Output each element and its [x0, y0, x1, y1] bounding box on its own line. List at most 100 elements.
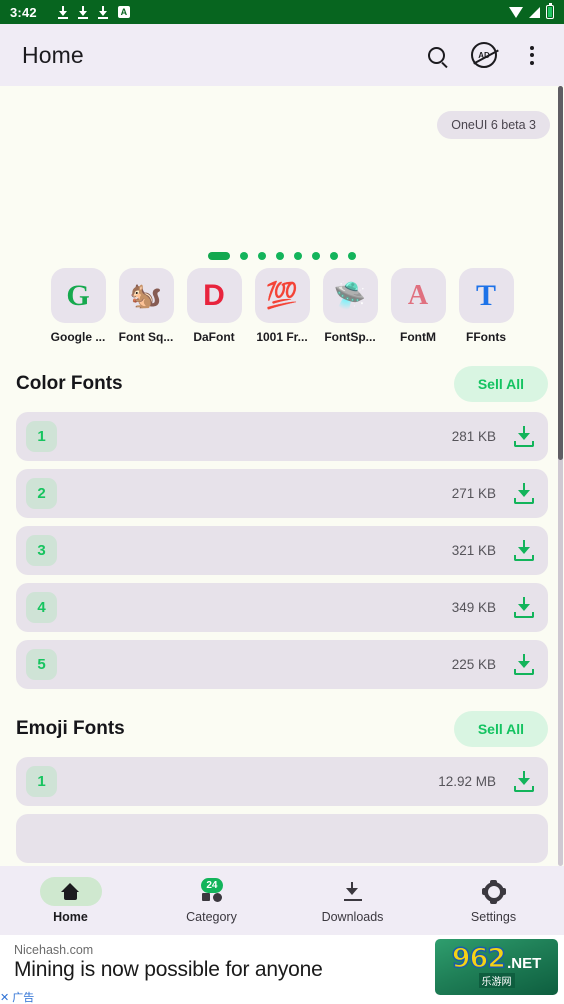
app-bar-actions: AD [422, 41, 546, 69]
watermark-number: 962 [451, 943, 507, 974]
download-icon[interactable] [514, 540, 534, 561]
nav-item-home[interactable]: Home [0, 877, 141, 924]
status-bar-right [509, 3, 554, 19]
ad-banner[interactable]: Nicehash.com Mining is now possible for … [0, 935, 564, 1004]
carousel-dot-active[interactable] [208, 252, 230, 260]
download-icon[interactable] [514, 654, 534, 675]
rank-badge: 4 [26, 592, 57, 623]
carousel-dot[interactable] [258, 252, 266, 260]
carousel-dot[interactable] [276, 252, 284, 260]
ad-close-button[interactable]: ✕ 广告 [0, 989, 34, 1004]
status-bar: 3:42 A [0, 0, 564, 24]
section-title: Color Fonts [16, 373, 123, 394]
download-icon [322, 877, 384, 906]
font-list-row[interactable]: 2 271 KB [16, 469, 548, 518]
rank-badge: 1 [26, 421, 57, 452]
overflow-menu-button[interactable] [518, 41, 546, 69]
blue-t-icon: T [458, 268, 514, 323]
banner-carousel[interactable]: OneUI 6 beta 3 [0, 86, 564, 268]
dafont-d-icon: D [186, 268, 242, 323]
search-icon [427, 46, 445, 64]
carousel-page-indicator [0, 252, 564, 260]
section-title: Emoji Fonts [16, 718, 125, 739]
ad-site: Nicehash.com [14, 943, 94, 957]
file-size: 281 KB [451, 429, 496, 444]
signal-icon [529, 6, 540, 18]
file-size: 225 KB [451, 657, 496, 672]
category-count-badge: 24 [201, 877, 223, 893]
site-watermark-logo: 962 .NET 乐游网 [435, 939, 558, 995]
source-label: FontM [400, 330, 436, 344]
ad-text-block: Nicehash.com Mining is now possible for … [0, 935, 435, 1004]
source-shortcut-font-squirrel[interactable]: 🐿️ Font Sq... [118, 268, 174, 344]
font-list-row[interactable]: 4 349 KB [16, 583, 548, 632]
source-label: DaFont [193, 330, 235, 344]
source-shortcut-google[interactable]: G Google ... [50, 268, 106, 344]
carousel-dot[interactable] [348, 252, 356, 260]
shapes-icon: 24 [181, 877, 243, 906]
sell-all-button-color-fonts[interactable]: Sell All [453, 366, 548, 402]
carousel-dot[interactable] [240, 252, 248, 260]
gear-icon [463, 877, 525, 906]
rank-badge: 2 [26, 478, 57, 509]
font-list-row[interactable]: 1 281 KB [16, 412, 548, 461]
carousel-dot[interactable] [294, 252, 302, 260]
google-g-icon: G [50, 268, 106, 323]
scrollbar-track[interactable] [558, 86, 563, 866]
section-header-color-fonts: Color Fonts Sell All [0, 344, 564, 412]
download-icon[interactable] [514, 426, 534, 447]
download-status-icon-1 [58, 5, 69, 19]
download-status-icon-3 [98, 5, 109, 19]
file-size: 321 KB [451, 543, 496, 558]
nav-item-category[interactable]: 24 Category [141, 877, 282, 924]
squirrel-icon: 🐿️ [118, 268, 174, 323]
download-status-icon-2 [78, 5, 89, 19]
font-list-row[interactable]: 1 12.92 MB [16, 757, 548, 806]
download-icon[interactable] [514, 597, 534, 618]
source-label: FontSp... [324, 330, 376, 344]
carousel-dot[interactable] [330, 252, 338, 260]
font-list-row-partial[interactable] [16, 814, 548, 863]
remove-ads-button[interactable]: AD [470, 41, 498, 69]
source-label: Font Sq... [118, 330, 174, 344]
source-shortcut-fontm[interactable]: A FontM [390, 268, 446, 344]
scrollbar-thumb[interactable] [558, 86, 563, 461]
file-size: 12.92 MB [438, 774, 496, 789]
decorative-a-icon: A [390, 268, 446, 323]
ad-headline: Mining is now possible for anyone [14, 958, 323, 981]
download-icon[interactable] [514, 483, 534, 504]
nav-label: Home [53, 910, 88, 924]
carousel-dot[interactable] [312, 252, 320, 260]
main-content: OneUI 6 beta 3 G Google ... 🐿️ Font Sq..… [0, 86, 564, 866]
app-screen: 3:42 A Home AD OneUI 6 beta 3 G Google .… [0, 0, 564, 1004]
hundred-points-icon: 💯 [254, 268, 310, 323]
rank-badge: 3 [26, 535, 57, 566]
rank-badge: 5 [26, 649, 57, 680]
watermark-tld: .NET [507, 955, 542, 972]
status-bar-left: 3:42 A [10, 5, 509, 20]
source-shortcut-1001fonts[interactable]: 💯 1001 Fr... [254, 268, 310, 344]
source-label: Google ... [50, 330, 106, 344]
file-size: 349 KB [451, 600, 496, 615]
font-list-row[interactable]: 5 225 KB [16, 640, 548, 689]
nav-item-settings[interactable]: Settings [423, 877, 564, 924]
watermark-subtitle: 乐游网 [478, 973, 515, 988]
download-icon[interactable] [514, 771, 534, 792]
nav-label: Settings [470, 910, 517, 924]
app-bar: Home AD [0, 24, 564, 86]
rank-badge: 1 [26, 766, 57, 797]
more-vertical-icon [530, 45, 534, 65]
source-shortcut-ffonts[interactable]: T FFonts [458, 268, 514, 344]
source-label: 1001 Fr... [256, 330, 308, 344]
source-label: FFonts [466, 330, 506, 344]
font-source-shortcuts: G Google ... 🐿️ Font Sq... D DaFont 💯 10… [0, 268, 564, 344]
ufo-icon: 🛸 [322, 268, 378, 323]
sell-all-button-emoji-fonts[interactable]: Sell All [453, 711, 548, 747]
ad-block-icon: AD [471, 42, 497, 68]
font-list-row[interactable]: 3 321 KB [16, 526, 548, 575]
oneui-version-chip: OneUI 6 beta 3 [437, 111, 550, 139]
nav-item-downloads[interactable]: Downloads [282, 877, 423, 924]
source-shortcut-dafont[interactable]: D DaFont [186, 268, 242, 344]
source-shortcut-fontspace[interactable]: 🛸 FontSp... [322, 268, 378, 344]
search-button[interactable] [422, 41, 450, 69]
